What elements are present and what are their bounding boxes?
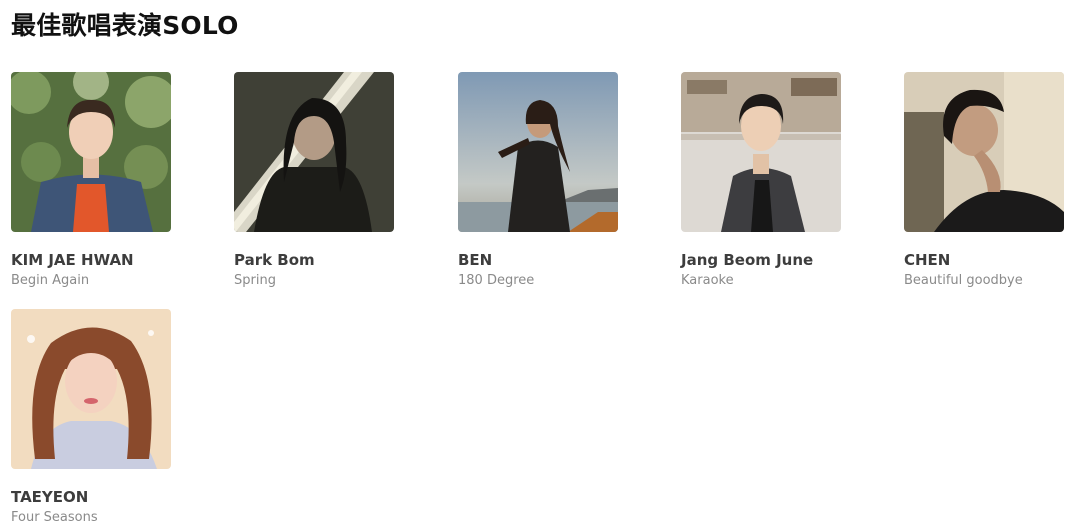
nominee-photo[interactable]: [904, 72, 1064, 232]
nominee-song: Begin Again: [11, 273, 90, 288]
nominee-card-kim-jae-hwan[interactable]: KIM JAE HWAN Begin Again: [11, 72, 171, 288]
nominee-song: Four Seasons: [11, 510, 98, 525]
nominee-card-jang-beom-june[interactable]: Jang Beom June Karaoke: [681, 72, 841, 288]
nominee-song: Spring: [234, 273, 276, 288]
nominee-name[interactable]: Jang Beom June: [681, 251, 813, 269]
nominee-photo[interactable]: [11, 309, 171, 469]
nominee-card-park-bom[interactable]: Park Bom Spring: [234, 72, 394, 288]
nominee-name[interactable]: KIM JAE HWAN: [11, 251, 134, 269]
nominee-song: Beautiful goodbye: [904, 273, 1023, 288]
nominee-name[interactable]: Park Bom: [234, 251, 315, 269]
nominee-grid: KIM JAE HWAN Begin Again Park Bom Spring: [11, 72, 1071, 532]
nominee-photo[interactable]: [234, 72, 394, 232]
nominee-photo[interactable]: [11, 72, 171, 232]
nominee-card-ben[interactable]: BEN 180 Degree: [458, 72, 618, 288]
nominee-card-taeyeon[interactable]: TAEYEON Four Seasons: [11, 309, 171, 525]
nominee-photo[interactable]: [681, 72, 841, 232]
nominee-name[interactable]: TAEYEON: [11, 488, 88, 506]
nominee-name[interactable]: CHEN: [904, 251, 950, 269]
page-title: 最佳歌唱表演SOLO: [11, 11, 239, 40]
nominee-photo[interactable]: [458, 72, 618, 232]
nominee-card-chen[interactable]: CHEN Beautiful goodbye: [904, 72, 1064, 288]
nominee-song: Karaoke: [681, 273, 734, 288]
nominee-name[interactable]: BEN: [458, 251, 492, 269]
nominee-song: 180 Degree: [458, 273, 535, 288]
